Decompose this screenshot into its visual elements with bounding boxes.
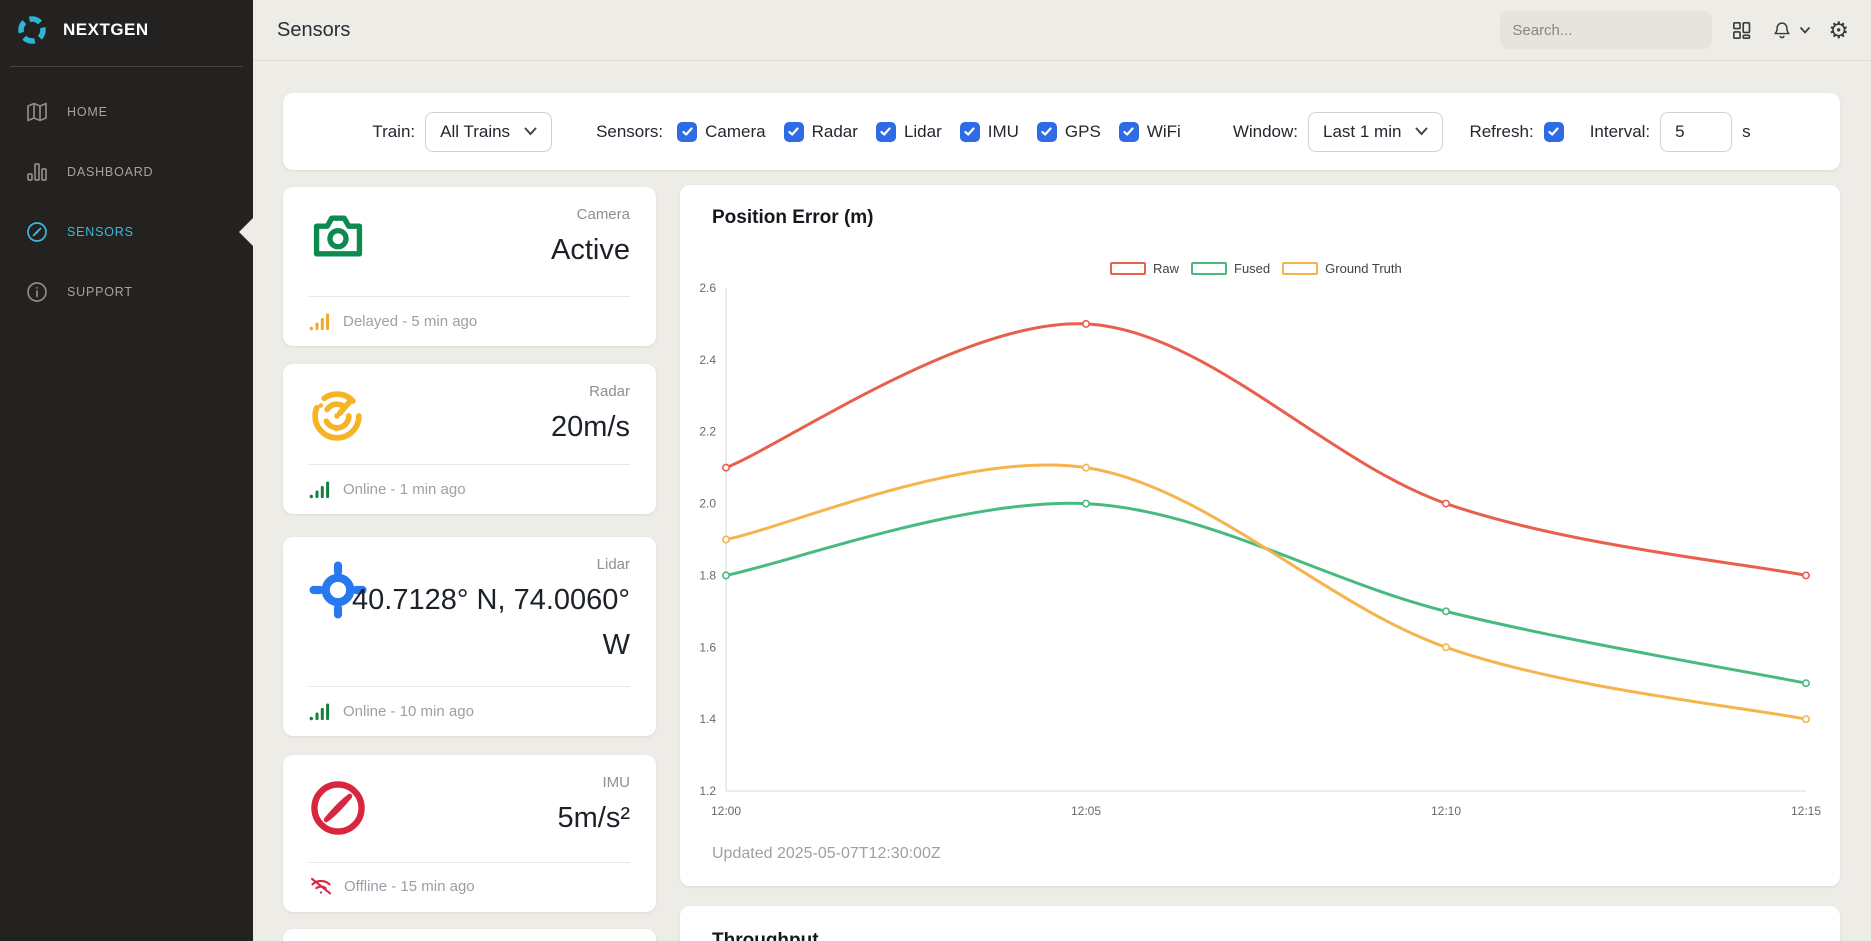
sensors-filter-label: Sensors: [596,122,663,142]
svg-text:2.0: 2.0 [699,497,716,511]
interval-input[interactable] [1660,112,1732,152]
chart-title: Throughput [712,930,819,941]
sensor-type-label: Lidar [597,556,630,573]
window-filter-label: Window: [1233,122,1298,142]
line-chart-plot: 2.6 2.4 2.2 2.0 1.8 1.6 1.4 1.2 12:00 12:05 12:10 1… [680,185,1840,886]
svg-text:12:05: 12:05 [1071,804,1101,818]
train-select-value: All Trains [440,122,510,142]
svg-text:12:15: 12:15 [1791,804,1821,818]
map-icon [25,100,49,124]
chevron-down-icon [1800,27,1810,34]
svg-text:12:00: 12:00 [711,804,741,818]
sensor-card-camera[interactable]: Camera Active Delayed - 5 min ago [283,187,656,346]
sidebar-divider [10,66,243,67]
sensor-status: Delayed - 5 min ago [309,312,477,331]
layout-grid-icon[interactable] [1730,19,1753,42]
sidebar-menu: HOME DASHBOARD SENSORS [0,82,253,322]
chart-updated-timestamp: Updated 2025-05-07T12:30:00Z [712,845,941,863]
topbar: Sensors [253,0,1871,61]
signal-bars-icon [309,480,332,499]
signal-bars-icon [309,702,332,721]
svg-text:12:10: 12:10 [1431,804,1461,818]
svg-text:1.6: 1.6 [699,640,716,654]
app-root: NEXTGEN HOME DASHBOARD [0,0,1871,941]
card-divider [309,296,630,297]
sensor-card-radar[interactable]: Radar 20m/s Online - 1 min ago [283,364,656,514]
sensor-value: Active [340,228,630,273]
info-icon [25,280,49,304]
sidebar-item-label: DASHBOARD [67,165,153,179]
svg-text:2.2: 2.2 [699,425,716,439]
settings-gear-icon[interactable]: ⚙ [1828,19,1849,42]
checkbox-radar[interactable]: Radar [784,122,858,142]
brand-logo-icon [15,13,49,47]
sensor-status: Online - 1 min ago [309,480,466,499]
status-text: Offline - 15 min ago [344,878,475,895]
sensor-type-label: Camera [577,206,630,223]
checkbox-camera[interactable]: Camera [677,122,765,142]
sidebar-item-dashboard[interactable]: DASHBOARD [0,142,253,202]
svg-text:2.6: 2.6 [699,281,716,295]
sidebar-item-label: SENSORS [67,225,134,239]
sensor-value: 20m/s [340,405,630,450]
sensor-type-label: Radar [589,383,630,400]
topbar-actions: ⚙ [1500,11,1849,49]
sensor-card-partial[interactable] [283,929,656,941]
card-divider [309,862,630,863]
svg-text:1.4: 1.4 [699,712,716,726]
sensor-type-label: IMU [603,774,631,791]
page-title: Sensors [277,19,350,42]
sensor-card-lidar[interactable]: Lidar 40.7128° N, 74.0060° W Online - 10… [283,537,656,736]
svg-text:1.8: 1.8 [699,568,716,582]
checkbox-imu[interactable]: IMU [960,122,1019,142]
sidebar-item-support[interactable]: SUPPORT [0,262,253,322]
sensor-checkbox-group: Camera Radar Lidar IMU GPS [677,122,1189,142]
active-item-notch [239,218,253,246]
interval-filter-label: Interval: [1590,122,1650,142]
sensor-value: 5m/s² [340,796,630,841]
checkbox-lidar[interactable]: Lidar [876,122,942,142]
brand-name: NEXTGEN [63,20,149,40]
train-filter-label: Train: [372,122,415,142]
position-error-chart-card: Position Error (m) Raw Fused Ground Trut… [680,185,1840,886]
bar-chart-icon [25,160,49,184]
sidebar-item-sensors[interactable]: SENSORS [0,202,253,262]
sidebar: NEXTGEN HOME DASHBOARD [0,0,253,941]
status-text: Online - 1 min ago [343,481,466,498]
checkbox-refresh[interactable] [1544,122,1564,142]
checkbox-checked [677,122,697,142]
searchbox [1500,11,1712,49]
card-divider [309,686,630,687]
chevron-down-icon [1415,127,1428,136]
refresh-filter-label: Refresh: [1469,122,1533,142]
sidebar-item-home[interactable]: HOME [0,82,253,142]
signal-bars-icon [309,312,332,331]
search-input[interactable] [1500,11,1712,49]
train-select[interactable]: All Trains [425,112,552,152]
svg-text:1.2: 1.2 [699,784,716,798]
sidebar-item-label: SUPPORT [67,285,133,299]
sensor-card-imu[interactable]: IMU 5m/s² Offline - 15 min ago [283,755,656,912]
card-divider [309,464,630,465]
checkbox-gps[interactable]: GPS [1037,122,1101,142]
window-select[interactable]: Last 1 min [1308,112,1443,152]
sidebar-item-label: HOME [67,105,108,119]
chevron-down-icon [524,127,537,136]
wifi-off-icon [309,876,333,897]
status-text: Online - 10 min ago [343,703,474,720]
window-select-value: Last 1 min [1323,122,1401,142]
svg-text:2.4: 2.4 [699,353,716,367]
filter-bar: Train: All Trains Sensors: Camera Radar … [283,93,1840,170]
throughput-chart-card: Throughput [680,906,1840,941]
brand[interactable]: NEXTGEN [0,0,253,60]
interval-unit-label: s [1742,122,1751,142]
compass-icon [25,220,49,244]
notifications-bell-icon[interactable] [1771,19,1810,41]
sensor-value: 40.7128° N, 74.0060° W [340,578,630,668]
sensor-status: Offline - 15 min ago [309,876,475,897]
checkbox-wifi[interactable]: WiFi [1119,122,1181,142]
status-text: Delayed - 5 min ago [343,313,477,330]
sensor-status: Online - 10 min ago [309,702,474,721]
